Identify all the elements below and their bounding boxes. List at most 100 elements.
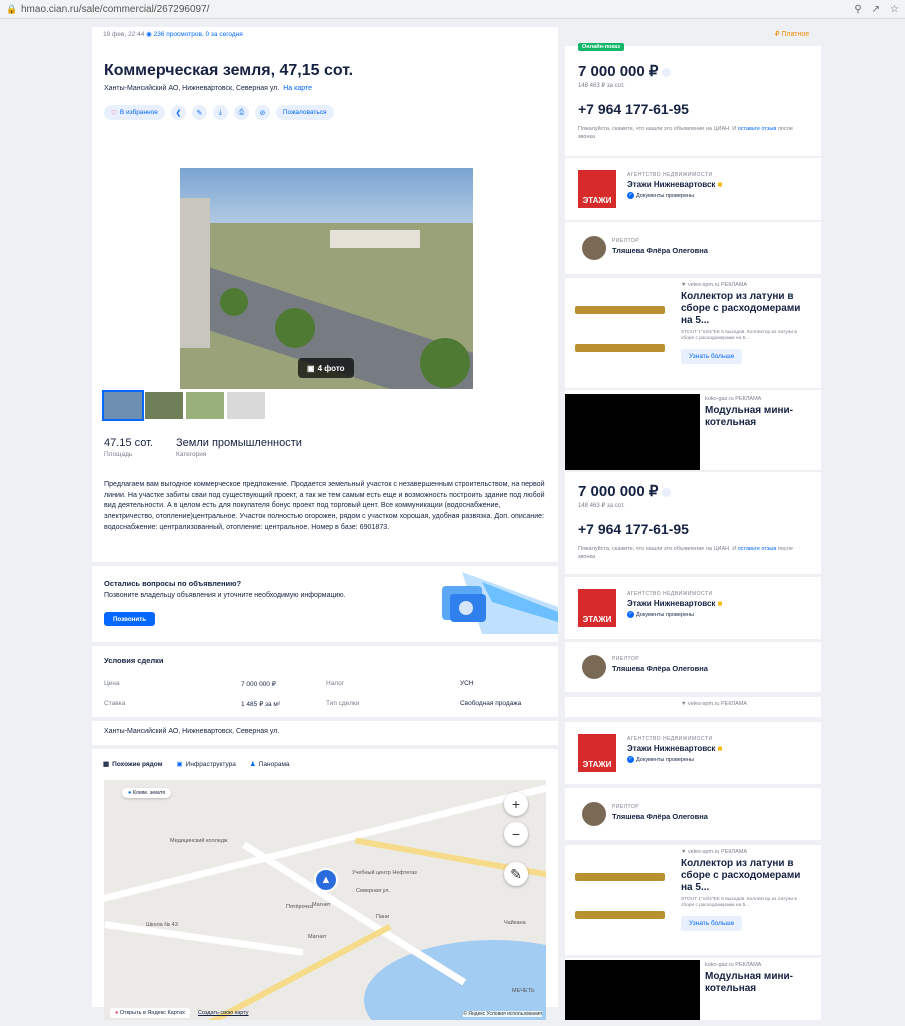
deal-row: Ставка 1 485 ₽ за м² Тип сделки Свободна… <box>104 700 552 710</box>
photo-count: 4 фото <box>317 363 345 373</box>
agency-name: Этажи Нижневартовск ■ <box>627 180 723 189</box>
question-text: Позвоните владельцу объявления и уточнит… <box>104 592 346 599</box>
phone-number[interactable]: +7 964 177-61-95 <box>578 101 808 117</box>
photo-count-badge[interactable]: ▣ 4 фото <box>298 358 354 378</box>
ad-label: РЕКЛАМА <box>735 962 762 968</box>
listing-marker[interactable]: ▲ <box>314 868 338 892</box>
realtor-card[interactable]: РИЕЛТОР Тляшева Флёра Олеговна <box>565 222 821 274</box>
map-copyright[interactable]: © Яндекс Условия использования <box>463 1011 542 1017</box>
thumbnail[interactable] <box>102 390 144 421</box>
ad-label: РЕКЛАМА <box>721 849 748 855</box>
thumbnail[interactable] <box>186 392 224 419</box>
tab-infrastructure[interactable]: ▣ Инфраструктура <box>177 760 236 769</box>
map-link[interactable]: На карте <box>283 85 312 92</box>
yandex-map[interactable]: ● Комм. земля Медицинский колледж Учебны… <box>104 780 546 1020</box>
map-label: Пани <box>376 914 390 920</box>
realtor-card[interactable]: РИЕЛТОР Тляшева Флёра Олеговна <box>565 642 821 692</box>
price-value: 7 000 000 ₽ <box>578 63 659 80</box>
edit-icon[interactable]: ✎ <box>191 105 207 120</box>
learn-more-button[interactable]: Узнать больше <box>681 916 743 931</box>
agency-card[interactable]: ЭТАЖИ АГЕНТСТВО НЕДВИЖИМОСТИ Этажи Нижне… <box>565 577 821 639</box>
divider <box>92 562 558 566</box>
ad-image <box>565 853 675 943</box>
map-label: Магнит <box>308 934 327 940</box>
price-per-unit: 148 463 ₽ за сот. <box>578 503 625 509</box>
download-icon[interactable]: ⤓ <box>212 105 228 120</box>
complain-button[interactable]: Пожаловаться <box>275 105 334 120</box>
agency-name: Этажи Нижневартовск ■ <box>627 599 723 608</box>
listing-description: Предлагаем вам выгодное коммерческое пре… <box>104 480 545 531</box>
phone-number[interactable]: +7 964 177-61-95 <box>578 521 808 537</box>
open-in-yandex-button[interactable]: ● Открыть в Яндекс Картах <box>110 1008 190 1018</box>
info-icon[interactable] <box>662 67 672 77</box>
info-icon[interactable] <box>662 487 672 497</box>
review-link[interactable]: оставьте отзыв <box>738 126 777 132</box>
ad-source: ▼ veles-spm.ru РЕКЛАМА <box>681 849 748 855</box>
favorite-button[interactable]: ♡ В избранное <box>104 105 165 120</box>
share-icon[interactable]: ❮ <box>170 105 186 120</box>
agency-logo: ЭТАЖИ <box>578 170 616 208</box>
ad-veles[interactable]: ▼ veles-spm.ru РЕКЛАМА Коллектор из лату… <box>565 845 821 955</box>
docs-verified: ✓ Документы проверены <box>627 611 723 618</box>
deal-price-value: 7 000 000 ₽ <box>241 681 276 688</box>
zoom-in-button[interactable]: + <box>504 792 528 816</box>
shield-icon: ■ <box>717 180 723 189</box>
realtor-name: Тляшева Флёра Олеговна <box>612 664 708 673</box>
deal-tax-value: УСН <box>460 680 474 687</box>
docs-verified: ✓ Документы проверены <box>627 192 723 199</box>
avatar <box>582 802 606 826</box>
action-bar: ♡ В избранное ❮ ✎ ⤓ ⎙ ⊘ Пожаловаться <box>104 105 334 120</box>
ruler-icon[interactable]: ✎ <box>504 862 528 886</box>
hide-icon[interactable]: ⊘ <box>254 105 270 120</box>
map-filter-chip[interactable]: ● Комм. земля <box>122 788 172 798</box>
share-icon[interactable]: ↗ <box>872 4 880 15</box>
question-title: Остались вопросы по объявлению? <box>104 579 242 588</box>
url-text[interactable]: hmao.cian.ru/sale/commercial/267296097/ <box>21 4 209 15</box>
heart-icon: ♡ <box>111 109 117 117</box>
tab-panorama[interactable]: ♟ Панорама <box>250 760 290 769</box>
thumbnail[interactable] <box>227 392 265 419</box>
agency-card[interactable]: ЭТАЖИ АГЕНТСТВО НЕДВИЖИМОСТИ Этажи Нижне… <box>565 158 821 220</box>
listing-meta: 19 фев, 22:44 ◉ 236 просмотров, 0 за сег… <box>103 30 243 38</box>
call-button[interactable]: Позвонить <box>104 612 155 626</box>
realtor-name: Тляшева Флёра Олеговна <box>612 246 708 255</box>
docs-label: Документы проверены <box>636 756 695 763</box>
avatar <box>582 236 606 260</box>
learn-more-button[interactable]: Узнать больше <box>681 349 743 364</box>
docs-label: Документы проверены <box>636 192 695 199</box>
ad-koko[interactable]: koko-gaz.ru РЕКЛАМА Модульная мини-котел… <box>565 390 821 470</box>
ad-koko[interactable]: koko-gaz.ru РЕКЛАМА Модульная мини-котел… <box>565 958 821 1020</box>
ad-title: Коллектор из латуни в сборе с расходомер… <box>681 291 801 326</box>
deal-title: Условия сделки <box>104 656 164 665</box>
zoom-out-button[interactable]: − <box>504 822 528 846</box>
print-icon[interactable]: ⎙ <box>233 105 249 120</box>
review-link[interactable]: оставьте отзыв <box>738 546 777 552</box>
zoom-icon[interactable]: ⚲ <box>854 4 861 15</box>
star-icon[interactable]: ☆ <box>890 4 899 15</box>
ad-domain: veles-spm.ru <box>687 849 720 855</box>
deal-type-label: Тип сделки <box>326 700 360 707</box>
thumbnail[interactable] <box>145 392 183 419</box>
page-title: Коммерческая земля, 47,15 сот. <box>104 62 354 79</box>
create-map-link[interactable]: Создать свою карту <box>198 1010 249 1016</box>
divider <box>92 717 558 721</box>
map-label: Пятёрочка <box>286 904 313 910</box>
ad-subtitle: STOUT 1"x3/4"EK 5 выходов. Коллектор из … <box>681 330 797 341</box>
check-icon: ✓ <box>627 756 634 763</box>
tab-similar[interactable]: ▦ Похожие рядом <box>103 760 163 769</box>
question-block: Остались вопросы по объявлению? Позвоните… <box>104 579 346 599</box>
ad-veles[interactable]: ▼ veles-spm.ru РЕКЛАМА Коллектор из лату… <box>565 278 821 388</box>
ad-veles-collapsed[interactable]: ▼ veles-spm.ru РЕКЛАМА <box>565 697 821 717</box>
map-label: Учебный центр Нефтегаз <box>352 870 417 876</box>
listing-address: Ханты-Мансийский АО, Нижневартовск, Севе… <box>104 85 312 92</box>
realtor-card[interactable]: РИЕЛТОР Тляшева Флёра Олеговна <box>565 788 821 840</box>
deal-tax-label: Налог <box>326 680 345 687</box>
hint-text: Пожалуйста, скажите, что нашли это объяв… <box>578 126 737 132</box>
views-count[interactable]: 236 просмотров, 0 за сегодня <box>154 31 243 38</box>
sidebar-price: 7 000 000 ₽ <box>578 482 808 500</box>
agency-card[interactable]: ЭТАЖИ АГЕНТСТВО НЕДВИЖИМОСТИ Этажи Нижне… <box>565 722 821 784</box>
browser-address-bar[interactable]: 🔒 hmao.cian.ru/sale/commercial/267296097… <box>0 0 905 19</box>
ad-image <box>565 960 700 1020</box>
agency-name-text: Этажи Нижневартовск <box>627 180 716 189</box>
main-photo[interactable]: ▣ 4 фото <box>180 168 473 389</box>
